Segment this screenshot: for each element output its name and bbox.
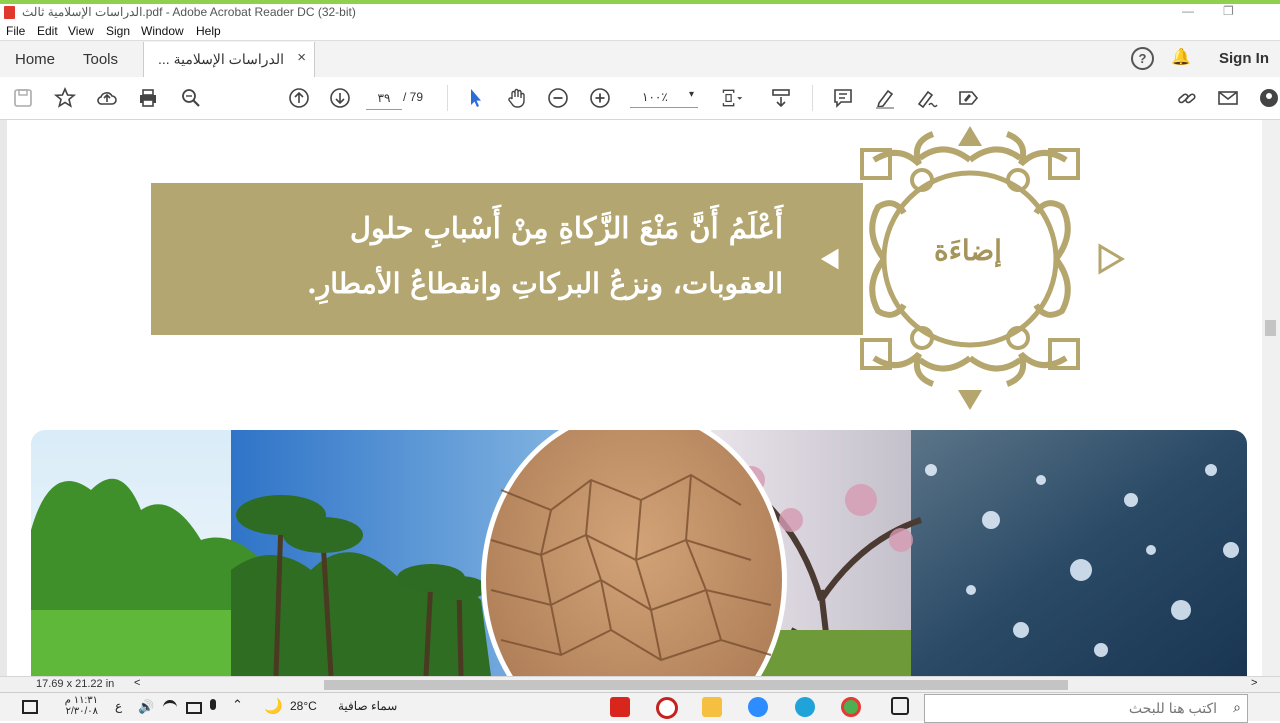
- clock-time: ١١:٣١ م: [64, 695, 98, 706]
- draw-freehand-icon[interactable]: [911, 83, 941, 113]
- minimize-button[interactable]: —: [1182, 4, 1194, 18]
- save-icon[interactable]: [8, 83, 38, 113]
- volume-icon[interactable]: 🔊: [138, 699, 154, 715]
- print-icon[interactable]: [133, 83, 163, 113]
- upload-cloud-icon[interactable]: [92, 83, 122, 113]
- clock[interactable]: ١١:٣١ م ٢/٣٠/٠٨: [56, 695, 98, 717]
- menu-view[interactable]: View: [68, 24, 94, 38]
- input-language[interactable]: ع: [115, 699, 122, 713]
- zoom-level-select[interactable]: ١٠٠٪ ▾: [630, 87, 698, 108]
- scroll-right-arrow[interactable]: >: [1251, 677, 1257, 689]
- edge-browser-icon[interactable]: [795, 697, 815, 717]
- banner-line-2: العقوبات، ونزعُ البركاتِ وانقطاعُ الأمطا…: [306, 267, 783, 300]
- menu-help[interactable]: Help: [196, 24, 221, 38]
- horizontal-scrollbar[interactable]: [148, 680, 1244, 690]
- zoom-in-icon[interactable]: [585, 83, 615, 113]
- nature-photo-collage: [31, 430, 1247, 676]
- comment-icon[interactable]: [828, 83, 858, 113]
- search-zoom-icon[interactable]: [176, 83, 206, 113]
- hand-tool-icon[interactable]: [502, 83, 532, 113]
- share-link-icon[interactable]: [1172, 83, 1202, 113]
- badge-label: إضاءَة: [934, 234, 1002, 267]
- page-size-label: 17.69 x 21.22 in: [36, 678, 115, 690]
- ornamental-badge: [815, 126, 1125, 410]
- fill-sign-icon[interactable]: [953, 83, 983, 113]
- zoom-app-icon[interactable]: [748, 697, 768, 717]
- email-icon[interactable]: [1213, 83, 1243, 113]
- taskbar-search-input[interactable]: [945, 699, 1219, 717]
- task-view-icon[interactable]: [891, 697, 909, 715]
- account-icon[interactable]: [1254, 83, 1280, 113]
- page-number-input[interactable]: [366, 87, 402, 110]
- menu-window[interactable]: Window: [141, 24, 184, 38]
- acrobat-taskbar-icon[interactable]: [610, 697, 630, 717]
- help-icon[interactable]: ?: [1131, 47, 1154, 70]
- menu-bar: File Edit View Sign Window Help: [0, 22, 1280, 40]
- bookmark-star-icon[interactable]: [50, 83, 80, 113]
- vertical-scroll-thumb[interactable]: [1265, 320, 1276, 336]
- weather-description[interactable]: سماء صافية: [338, 699, 397, 713]
- windows-taskbar: ١١:٣١ م ٢/٣٠/٠٨ ع 🔊 ⌃ 🌙 28°C سماء صافية …: [0, 692, 1280, 723]
- toolbar: / 79 ١٠٠٪ ▾: [0, 77, 1280, 120]
- banner-line-1: أَعْلَمُ أَنَّ مَنْعَ الزَّكاةِ مِنْ أَس…: [349, 211, 783, 245]
- next-page-icon[interactable]: [325, 83, 355, 113]
- title-bar: الدراسات الإسلامية ثالث.pdf - Adobe Acro…: [0, 4, 1280, 22]
- window-title: الدراسات الإسلامية ثالث.pdf - Adobe Acro…: [22, 5, 356, 19]
- tab-bar: Home Tools الدراسات الإسلامية ... × ? 🔔 …: [0, 40, 1280, 78]
- tab-home[interactable]: Home: [15, 51, 55, 68]
- vertical-scrollbar[interactable]: [1262, 120, 1280, 676]
- moon-weather-icon: 🌙: [264, 698, 283, 715]
- menu-sign[interactable]: Sign: [106, 24, 130, 38]
- toolbar-divider: [812, 85, 813, 111]
- select-cursor-icon[interactable]: [460, 83, 490, 113]
- highlight-pen-icon[interactable]: [870, 83, 900, 113]
- tab-document[interactable]: الدراسات الإسلامية ... ×: [143, 42, 315, 77]
- maximize-button[interactable]: ❐: [1223, 4, 1234, 18]
- battery-icon[interactable]: [186, 702, 202, 714]
- record-taskbar-icon[interactable]: [656, 697, 678, 719]
- zoom-out-icon[interactable]: [543, 83, 573, 113]
- page-fit-icon[interactable]: [714, 83, 750, 113]
- sign-in-button[interactable]: Sign In: [1219, 50, 1269, 67]
- navigation-pane-edge[interactable]: [0, 120, 7, 676]
- notifications-icon[interactable]: [22, 700, 38, 714]
- microphone-icon[interactable]: [210, 699, 216, 710]
- document-viewport[interactable]: أَعْلَمُ أَنَّ مَنْعَ الزَّكاةِ مِنْ أَس…: [0, 120, 1280, 676]
- chevron-down-icon: ▾: [688, 89, 694, 100]
- search-icon: ⌕: [1233, 699, 1241, 715]
- close-tab-icon[interactable]: ×: [297, 49, 306, 66]
- previous-page-icon[interactable]: [284, 83, 314, 113]
- chrome-browser-icon[interactable]: [841, 697, 861, 717]
- tab-tools[interactable]: Tools: [83, 51, 118, 68]
- clock-date: ٢/٣٠/٠٨: [65, 706, 98, 717]
- menu-edit[interactable]: Edit: [37, 24, 58, 38]
- taskbar-search[interactable]: ⌕: [924, 694, 1248, 723]
- zoom-level-value: ١٠٠٪: [642, 90, 668, 104]
- chevron-up-icon[interactable]: ⌃: [232, 697, 243, 713]
- wifi-icon[interactable]: [163, 700, 177, 715]
- status-bar: 17.69 x 21.22 in < >: [0, 676, 1280, 693]
- file-explorer-icon[interactable]: [702, 697, 722, 717]
- scroll-left-arrow[interactable]: <: [134, 677, 140, 689]
- acrobat-app-icon: [4, 6, 15, 19]
- scrolling-mode-icon[interactable]: [766, 83, 796, 113]
- toolbar-divider: [447, 85, 448, 111]
- statement-banner: أَعْلَمُ أَنَّ مَنْعَ الزَّكاةِ مِنْ أَس…: [151, 183, 863, 335]
- page-total: / 79: [403, 90, 424, 104]
- bell-icon[interactable]: 🔔: [1171, 47, 1191, 67]
- weather-temperature[interactable]: 28°C: [290, 699, 317, 713]
- document-tab-label: الدراسات الإسلامية ...: [158, 51, 284, 67]
- menu-file[interactable]: File: [6, 24, 25, 38]
- horizontal-scroll-thumb[interactable]: [324, 680, 1068, 690]
